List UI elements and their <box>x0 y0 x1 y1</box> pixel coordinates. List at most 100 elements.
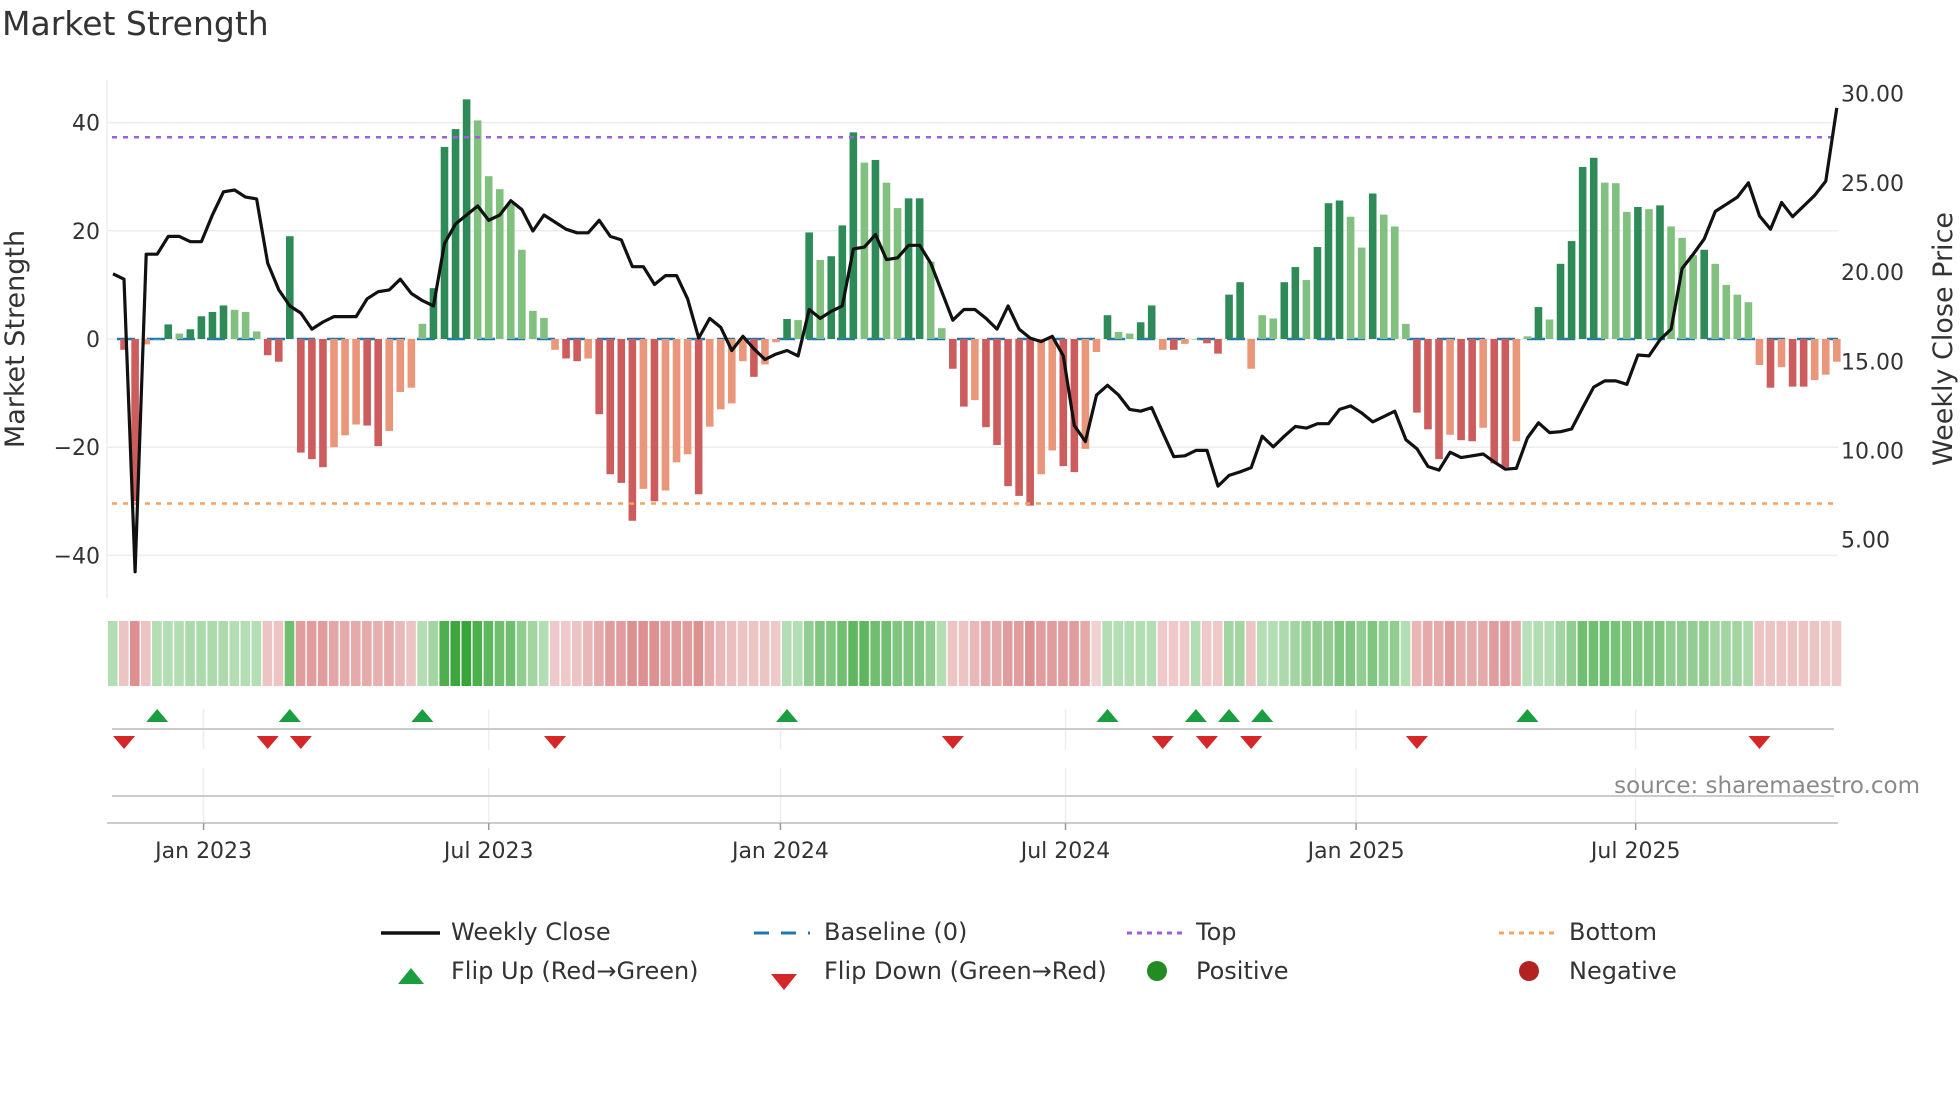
strength-bar <box>1821 339 1830 375</box>
regime-strip-cell <box>627 621 637 686</box>
strength-bar <box>1346 216 1355 339</box>
x-tick-label: Jan 2025 <box>1306 839 1405 864</box>
regime-strip-cell <box>1168 621 1179 686</box>
flip-up-marker <box>1096 709 1119 722</box>
strength-bar <box>838 225 847 339</box>
regime-strip-cell <box>295 621 306 686</box>
strength-bar <box>1413 339 1421 413</box>
y-tick-label: 20 <box>72 220 100 245</box>
regime-strip-cell <box>1124 621 1135 686</box>
strength-bar <box>937 328 946 339</box>
strength-bar <box>219 305 228 339</box>
strength-bar <box>1424 339 1432 430</box>
flip-down-marker <box>1151 736 1174 749</box>
regime-strip-cell <box>1577 621 1588 686</box>
strength-bar <box>705 339 714 427</box>
regime-strip-cell <box>1776 621 1787 686</box>
strength-bar <box>1479 339 1487 428</box>
regime-strip-cell <box>1809 621 1820 686</box>
strength-bar <box>1556 263 1565 339</box>
strength-bar <box>319 339 327 468</box>
strength-bar <box>672 339 681 463</box>
strength-bar <box>1833 339 1841 362</box>
regime-strip-cell <box>870 621 880 686</box>
strength-bar <box>1092 339 1101 352</box>
strength-bar <box>1037 339 1045 475</box>
regime-strip-cell <box>1555 621 1566 686</box>
regime-strip-cell <box>1665 621 1676 686</box>
regime-strip-cell <box>781 621 792 686</box>
regime-strip-cell <box>1389 621 1400 686</box>
legend-baseline-label: Baseline (0) <box>824 918 967 946</box>
legend-flip-down-label: Flip Down (Green→Red) <box>824 957 1107 985</box>
strength-bar <box>1147 305 1156 339</box>
strength-bar <box>1158 339 1167 350</box>
regime-strip-cell <box>1456 621 1466 686</box>
regime-strip-cell <box>826 621 836 686</box>
flip-down-marker <box>289 736 312 749</box>
regime-strip-cell <box>903 621 914 686</box>
regime-strip-cell <box>1433 621 1444 686</box>
regime-strip-cell <box>1268 621 1278 686</box>
regime-strip-cell <box>715 621 726 686</box>
strength-bar <box>1203 339 1211 344</box>
regime-strip-cell <box>682 621 693 686</box>
strength-bar <box>1170 339 1178 350</box>
strength-bar <box>650 339 659 502</box>
strength-bar <box>1788 339 1797 387</box>
strength-bar <box>1744 302 1753 339</box>
regime-strip-cell <box>218 621 228 686</box>
regime-strip-cell <box>1798 621 1809 686</box>
regime-strip-cell <box>339 621 350 686</box>
regime-strip-cell <box>1235 621 1245 686</box>
regime-strip-cell <box>174 621 184 686</box>
regime-strip-cell <box>527 621 538 686</box>
strength-bar <box>1490 339 1499 464</box>
strength-bar <box>904 198 913 339</box>
regime-strip-cell <box>1036 621 1046 686</box>
strength-bar <box>1810 339 1819 381</box>
strength-bar <box>308 339 316 460</box>
y-tick-label: −40 <box>54 544 100 569</box>
regime-strip-cell <box>1058 621 1068 686</box>
regime-strip-cell <box>229 621 240 686</box>
flip-down-marker <box>256 736 279 749</box>
regime-strip-cell <box>284 621 295 686</box>
strength-bar <box>1324 203 1333 339</box>
strength-bar <box>473 120 482 339</box>
strength-bar <box>1357 247 1366 339</box>
strength-bar <box>584 339 592 359</box>
regime-strip-cell <box>185 621 195 686</box>
regime-strip-cell <box>1323 621 1333 686</box>
strength-bar <box>518 249 526 339</box>
strength-bar <box>1004 339 1012 487</box>
regime-strip-cell <box>1047 621 1057 686</box>
strength-bar <box>1136 322 1145 339</box>
strength-bar <box>860 162 869 339</box>
regime-strip-cell <box>1345 621 1356 686</box>
strength-bar <box>197 316 206 339</box>
regime-strip-cell <box>1411 621 1422 686</box>
regime-strip-cell <box>837 621 847 686</box>
regime-strip-cell <box>671 621 682 686</box>
strength-bar <box>1335 200 1344 339</box>
regime-strip-cell <box>1489 621 1499 686</box>
strength-bar <box>175 333 184 339</box>
strength-bar <box>1269 318 1278 339</box>
flip-down-marker <box>941 736 964 749</box>
regime-strip-cell <box>914 621 925 686</box>
regime-strip-cell <box>251 621 262 686</box>
regime-strip-cell <box>1732 621 1742 686</box>
regime-strip-cell <box>560 621 571 686</box>
regime-strip-cell <box>759 621 770 686</box>
regime-strip-cell <box>1014 621 1024 686</box>
strength-bar <box>1214 339 1222 354</box>
regime-strip-cell <box>1113 621 1124 686</box>
strength-bar <box>1402 323 1410 339</box>
regime-strip-cell <box>1677 621 1687 686</box>
strength-bar <box>1567 241 1576 339</box>
regime-strip-cell <box>516 621 527 686</box>
regime-strip-cell <box>406 621 416 686</box>
strength-bar <box>1468 339 1476 442</box>
flip-up-marker <box>146 709 169 722</box>
